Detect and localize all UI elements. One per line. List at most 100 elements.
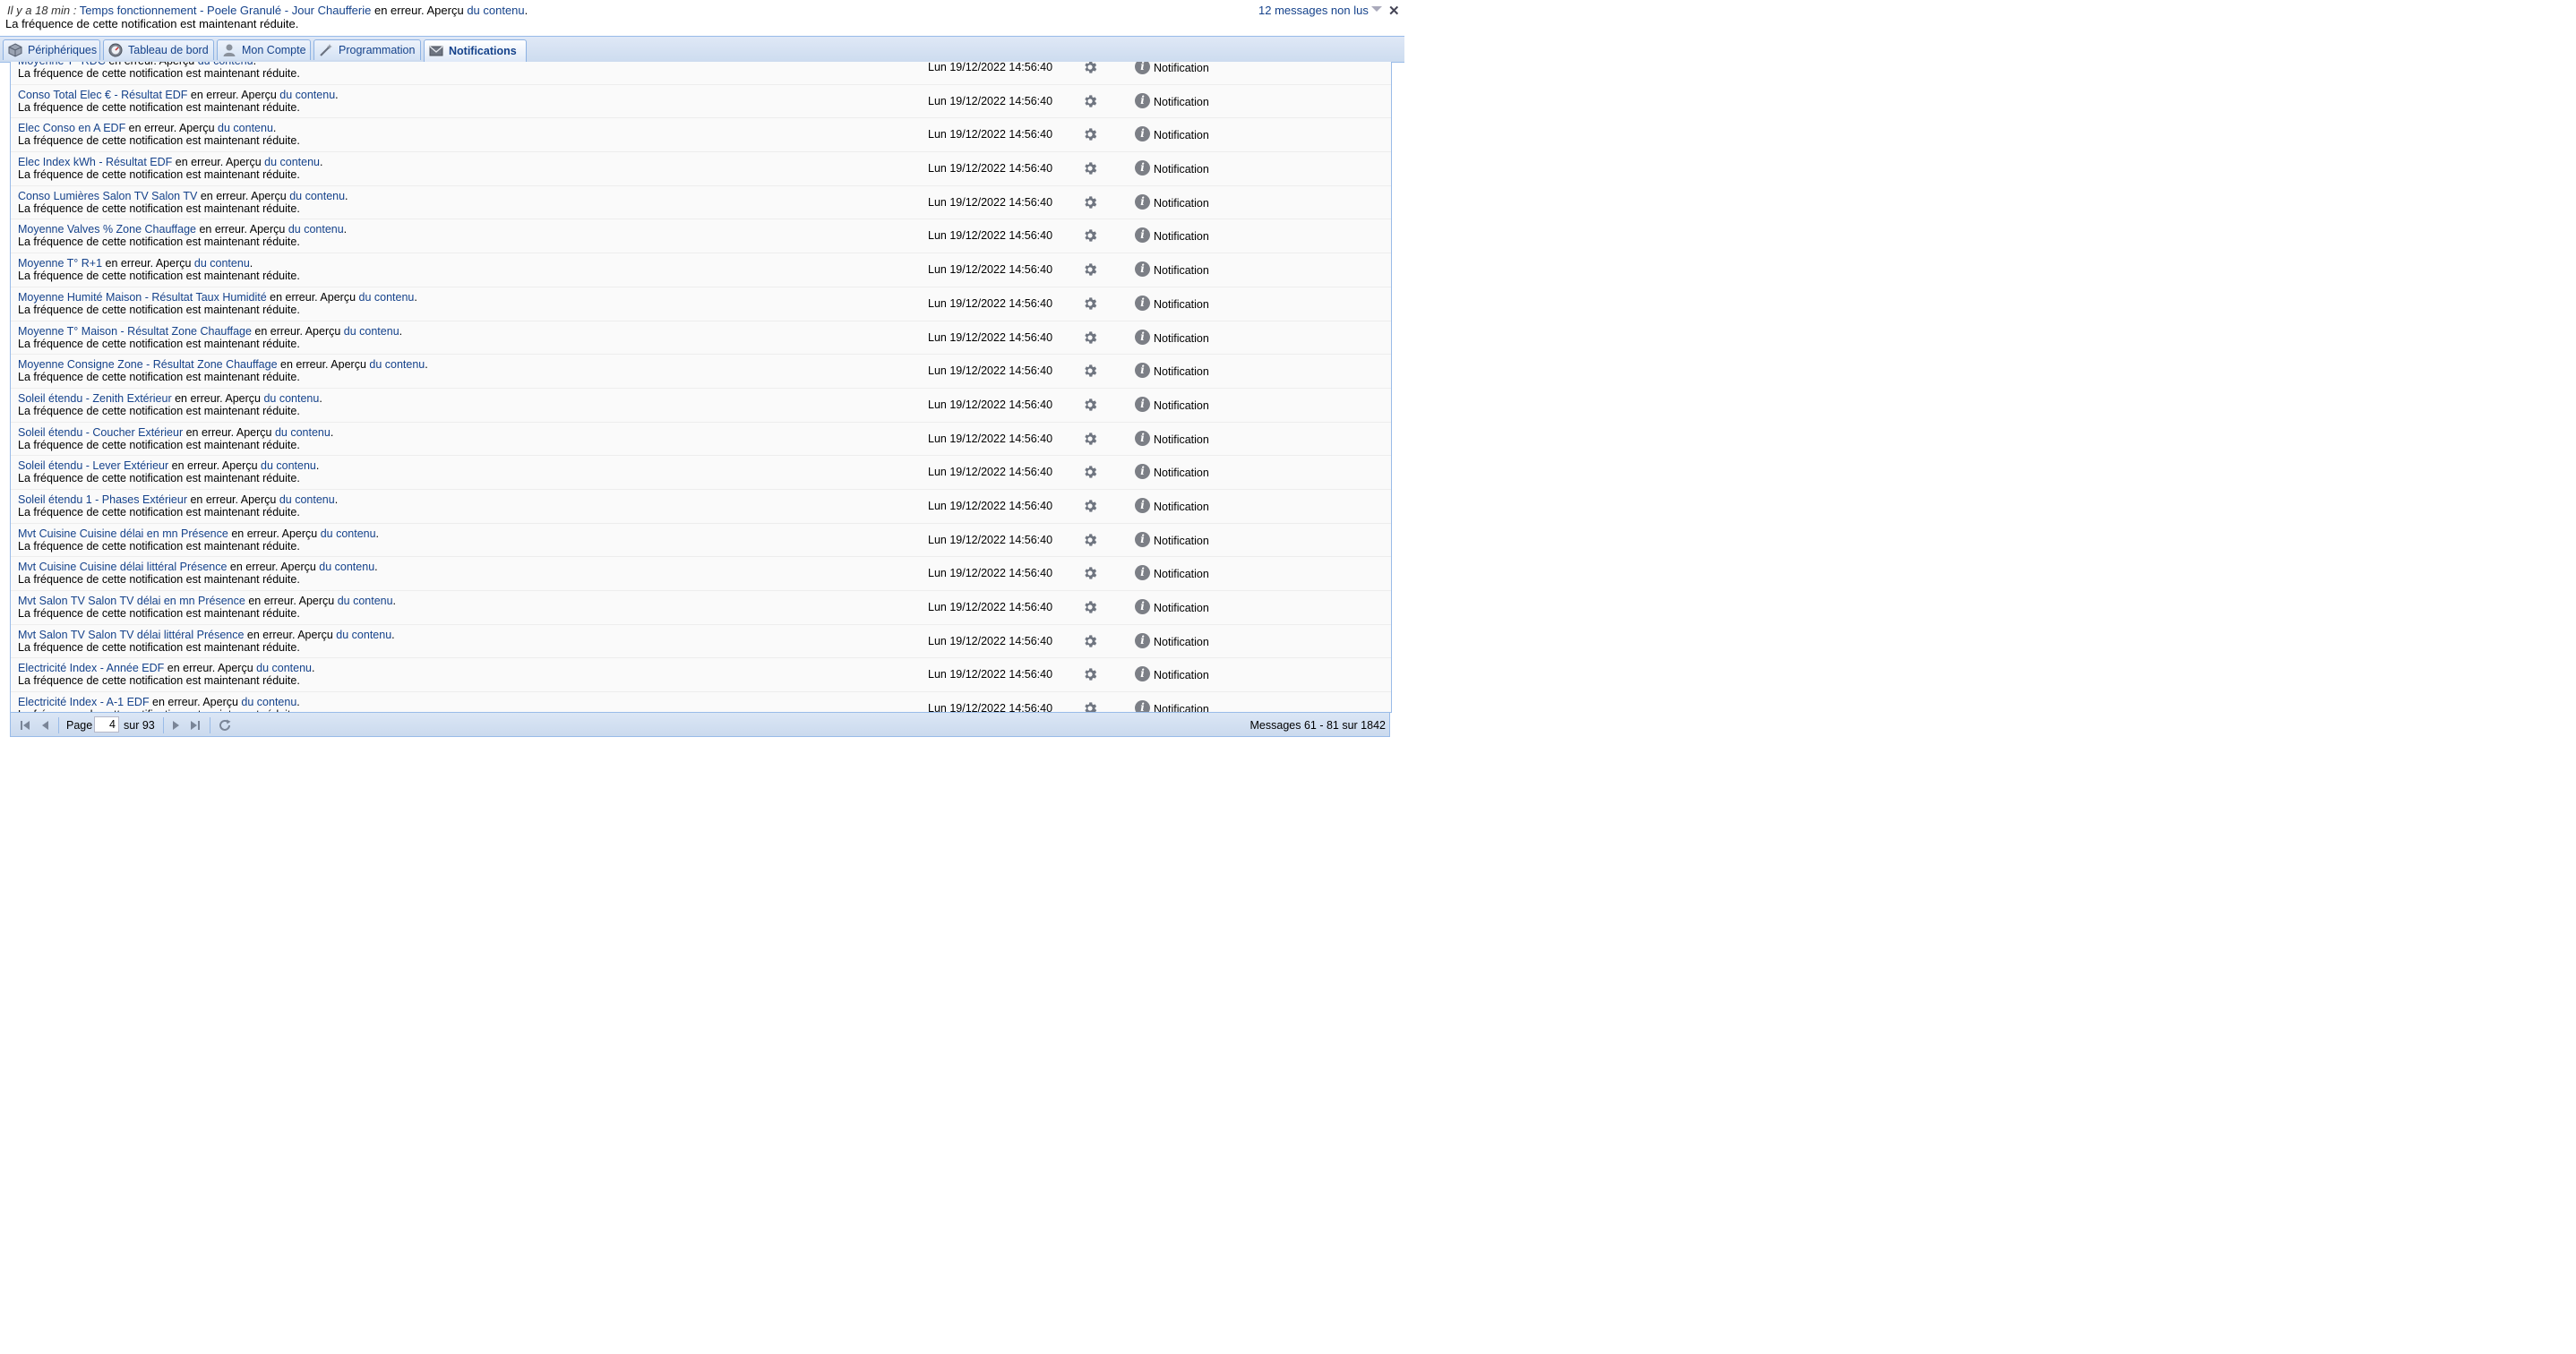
gear-icon[interactable] — [1082, 633, 1098, 649]
notification-content-link[interactable]: du contenu — [289, 190, 345, 202]
notification-content-link[interactable]: du contenu — [369, 358, 425, 371]
chevron-down-icon[interactable] — [1371, 6, 1382, 12]
notification-row[interactable]: Conso Lumières Salon TV Salon TV en erre… — [11, 185, 1391, 220]
banner-device-link[interactable]: Temps fonctionnement - Poele Granulé - J… — [80, 4, 372, 17]
notification-device-link[interactable]: Moyenne Valves % Zone Chauffage — [18, 223, 196, 236]
notification-device-link[interactable]: Mvt Cuisine Cuisine délai en mn Présence — [18, 527, 228, 540]
notification-content-link[interactable]: du contenu — [194, 257, 250, 270]
notification-content-link[interactable]: du contenu — [263, 392, 319, 405]
notification-content-link[interactable]: du contenu — [338, 595, 393, 607]
notification-device-link[interactable]: Soleil étendu - Lever Extérieur — [18, 459, 168, 472]
notification-row[interactable]: Soleil étendu - Coucher Extérieur en err… — [11, 422, 1391, 457]
page-number-input[interactable] — [94, 716, 119, 733]
banner-content-link[interactable]: du contenu — [467, 4, 524, 17]
gear-icon[interactable] — [1082, 464, 1098, 480]
tab-notifications[interactable]: Notifications — [424, 39, 527, 62]
notification-row[interactable]: Mvt Cuisine Cuisine délai en mn Présence… — [11, 523, 1391, 558]
notification-device-link[interactable]: Moyenne Humité Maison - Résultat Taux Hu… — [18, 291, 267, 304]
notification-device-link[interactable]: Elec Index kWh - Résultat EDF — [18, 156, 172, 168]
notification-row[interactable]: Moyenne T° RDC en erreur. Aperçu du cont… — [11, 62, 1391, 85]
notification-row[interactable]: Elec Index kWh - Résultat EDF en erreur.… — [11, 152, 1391, 186]
close-icon[interactable]: ✕ — [1388, 3, 1400, 19]
notification-row[interactable]: Soleil étendu 1 - Phases Extérieur en er… — [11, 489, 1391, 524]
first-page-icon[interactable] — [18, 718, 32, 733]
notification-content-link[interactable]: du contenu — [288, 223, 344, 236]
gear-icon[interactable] — [1082, 498, 1098, 514]
refresh-icon[interactable] — [218, 718, 232, 733]
notification-device-link[interactable]: Conso Lumières Salon TV Salon TV — [18, 190, 197, 202]
notification-row[interactable]: Soleil étendu - Lever Extérieur en erreu… — [11, 456, 1391, 490]
gear-icon[interactable] — [1082, 62, 1098, 75]
gear-icon[interactable] — [1082, 666, 1098, 682]
notification-device-link[interactable]: Conso Total Elec € - Résultat EDF — [18, 89, 187, 101]
notification-content-link[interactable]: du contenu — [279, 89, 335, 101]
notification-content-link[interactable]: du contenu — [261, 459, 316, 472]
gear-icon[interactable] — [1082, 700, 1098, 712]
gear-icon[interactable] — [1082, 532, 1098, 548]
tab-mon-compte[interactable]: Mon Compte — [217, 39, 311, 60]
gear-icon[interactable] — [1082, 431, 1098, 447]
notification-content-link[interactable]: du contenu — [336, 629, 391, 641]
notification-device-link[interactable]: Mvt Salon TV Salon TV délai littéral Pré… — [18, 629, 244, 641]
notification-content-link[interactable]: du contenu — [321, 527, 376, 540]
gear-icon[interactable] — [1082, 160, 1098, 176]
notification-content-link[interactable]: du contenu — [359, 291, 415, 304]
next-page-icon[interactable] — [168, 718, 183, 733]
gear-icon[interactable] — [1082, 261, 1098, 278]
notification-row[interactable]: Conso Total Elec € - Résultat EDF en err… — [11, 84, 1391, 119]
gear-icon[interactable] — [1082, 194, 1098, 210]
notification-content-link[interactable]: du contenu — [264, 156, 320, 168]
gear-icon[interactable] — [1082, 227, 1098, 244]
notification-device-link[interactable]: Electricité Index - Année EDF — [18, 662, 164, 674]
notification-content-link[interactable]: du contenu — [275, 426, 331, 439]
previous-page-icon[interactable] — [39, 718, 53, 733]
tab-peripheriques[interactable]: Périphériques — [3, 39, 100, 60]
notification-content-link[interactable]: du contenu — [218, 122, 273, 134]
notification-device-link[interactable]: Soleil étendu 1 - Phases Extérieur — [18, 493, 187, 506]
notification-device-link[interactable]: Moyenne T° Maison - Résultat Zone Chauff… — [18, 325, 252, 338]
gear-icon[interactable] — [1082, 330, 1098, 346]
notification-row[interactable]: Moyenne Humité Maison - Résultat Taux Hu… — [11, 287, 1391, 321]
notification-content-link[interactable]: du contenu — [256, 662, 312, 674]
gear-icon[interactable] — [1082, 296, 1098, 312]
notification-row[interactable]: Soleil étendu - Zenith Extérieur en erre… — [11, 388, 1391, 423]
notification-device-link[interactable]: Soleil étendu - Coucher Extérieur — [18, 426, 183, 439]
unread-messages-link[interactable]: 12 messages non lus — [1258, 4, 1369, 17]
notification-device-link[interactable]: Mvt Cuisine Cuisine délai littéral Prése… — [18, 561, 227, 573]
gear-icon[interactable] — [1082, 126, 1098, 142]
notification-device-link[interactable]: Electricité Index - A-1 EDF — [18, 696, 150, 708]
notification-device-link[interactable]: Moyenne Consigne Zone - Résultat Zone Ch… — [18, 358, 278, 371]
notification-device-link[interactable]: Mvt Salon TV Salon TV délai en mn Présen… — [18, 595, 245, 607]
notification-row[interactable]: Mvt Salon TV Salon TV délai en mn Présen… — [11, 591, 1391, 625]
notifications-grid[interactable]: Moyenne T° RDC en erreur. Aperçu du cont… — [10, 62, 1392, 713]
notification-content-link[interactable]: du contenu — [319, 561, 374, 573]
notification-row[interactable]: Moyenne T° Maison - Résultat Zone Chauff… — [11, 321, 1391, 356]
notification-content-link[interactable]: du contenu — [241, 696, 296, 708]
tab-tableau-de-bord[interactable]: Tableau de bord — [103, 39, 214, 60]
gear-icon[interactable] — [1082, 397, 1098, 413]
notification-row[interactable]: Electricité Index - A-1 EDF en erreur. A… — [11, 692, 1391, 712]
notification-status-text: en erreur. Aperçu — [195, 223, 288, 236]
notification-row[interactable]: Mvt Salon TV Salon TV délai littéral Pré… — [11, 624, 1391, 659]
tab-programmation[interactable]: Programmation — [313, 39, 421, 60]
gear-icon[interactable] — [1082, 599, 1098, 615]
notification-device-link[interactable]: Soleil étendu - Zenith Extérieur — [18, 392, 172, 405]
notification-device-link[interactable]: Moyenne T° R+1 — [18, 257, 102, 270]
gear-icon[interactable] — [1082, 565, 1098, 581]
notification-row[interactable]: Electricité Index - Année EDF en erreur.… — [11, 658, 1391, 693]
notification-row[interactable]: Mvt Cuisine Cuisine délai littéral Prése… — [11, 557, 1391, 591]
notification-type: Notification — [1154, 230, 1209, 244]
gear-icon[interactable] — [1082, 363, 1098, 379]
notification-content-link[interactable]: du contenu — [344, 325, 399, 338]
notification-row[interactable]: Moyenne T° R+1 en erreur. Aperçu du cont… — [11, 253, 1391, 287]
notification-content-link[interactable]: du contenu — [279, 493, 335, 506]
notification-device-link[interactable]: Elec Conso en A EDF — [18, 122, 125, 134]
gear-icon[interactable] — [1082, 93, 1098, 109]
notification-row[interactable]: Elec Conso en A EDF en erreur. Aperçu du… — [11, 118, 1391, 153]
notification-message: Elec Index kWh - Résultat EDF en erreur.… — [18, 156, 322, 181]
notification-row[interactable]: Moyenne Consigne Zone - Résultat Zone Ch… — [11, 355, 1391, 389]
notification-row[interactable]: Moyenne Valves % Zone Chauffage en erreu… — [11, 219, 1391, 254]
last-page-icon[interactable] — [188, 718, 202, 733]
notification-type: Notification — [1154, 365, 1209, 379]
notification-status-text: en erreur. Aperçu — [183, 425, 275, 439]
